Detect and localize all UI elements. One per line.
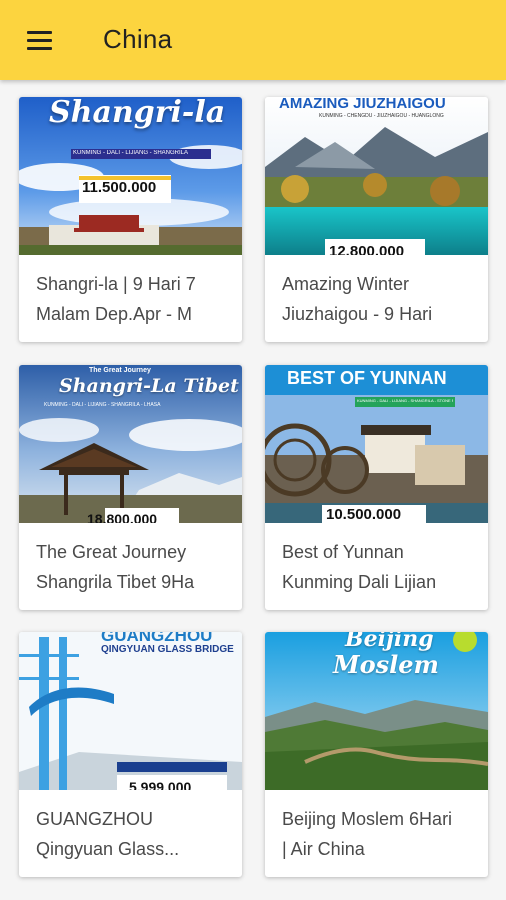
poster-title: Shangri-la — [49, 97, 226, 130]
tour-poster-image: GUANGZHOU QINGYUAN GLASS BRIDGE 5.999.00… — [19, 632, 242, 790]
tour-card-title: Shangri-la | 9 Hari 7 Malam Dep.Apr - M — [36, 274, 196, 324]
poster-route: KUNMING - DALI - LIJIANG - SHANGRILA - S… — [357, 398, 453, 403]
tour-card-title: Amazing Winter Jiuzhaigou - 9 Hari — [282, 274, 433, 324]
tour-card-guangzhou[interactable]: GUANGZHOU QINGYUAN GLASS BRIDGE 5.999.00… — [19, 632, 242, 877]
poster-title: Beijing — [345, 632, 434, 652]
app-bar: China — [0, 0, 506, 80]
poster-price: 12.800.000 — [329, 243, 405, 255]
tour-poster-image: Shangri-la KUNMING - DALI - LIJIANG - SH… — [19, 97, 242, 255]
poster-subtitle: The Great Journey — [89, 367, 151, 374]
poster-route: KUNMING - DALI - LIJIANG - SHANGRILA - L… — [44, 402, 161, 408]
tour-card-title: GUANGZHOU Qingyuan Glass... — [36, 809, 180, 859]
tour-card-shangri-la[interactable]: Shangri-la KUNMING - DALI - LIJIANG - SH… — [19, 97, 242, 342]
poster-price: 18.800.000 — [87, 511, 158, 523]
tour-poster-image: AMAZING JIUZHAIGOU KUNMING - CHENGDU - J… — [265, 97, 488, 255]
tour-card-title: The Great Journey Shangrila Tibet 9Ha — [36, 542, 195, 592]
poster-title: AMAZING JIUZHAIGOU — [279, 97, 446, 112]
tour-card-shangri-la-tibet[interactable]: The Great Journey Shangri-La Tibet KUNMI… — [19, 365, 242, 610]
hamburger-menu-icon[interactable] — [25, 30, 55, 52]
poster-price: 11.500.000 — [82, 179, 157, 196]
poster-title: Shangri-La Tibet — [59, 375, 239, 397]
poster-route: KUNMING - CHENGDU - JIUZHAIGOU - HUANGLO… — [319, 113, 444, 119]
tour-card-best-of-yunnan[interactable]: BEST OF YUNNAN KUNMING - DALI - LIJIANG … — [265, 365, 488, 610]
tour-poster-image: The Great Journey Shangri-La Tibet KUNMI… — [19, 365, 242, 523]
tour-poster-image: BEST OF YUNNAN KUNMING - DALI - LIJIANG … — [265, 365, 488, 523]
poster-price: 5.999.000 — [129, 779, 192, 790]
tour-card-title: Beijing Moslem 6Hari | Air China — [282, 809, 453, 859]
tour-card-jiuzhaigou[interactable]: AMAZING JIUZHAIGOU KUNMING - CHENGDU - J… — [265, 97, 488, 342]
tour-poster-image: Beijing Moslem — [265, 632, 488, 790]
poster-price: 10.500.000 — [326, 506, 402, 523]
poster-title-2: Moslem — [333, 650, 439, 679]
poster-title: BEST OF YUNNAN — [287, 368, 447, 388]
tour-card-title: Best of Yunnan Kunming Dali Lijian — [282, 542, 437, 592]
page-title: China — [103, 24, 173, 54]
tour-card-beijing-moslem[interactable]: Beijing Moslem Beijing Moslem 6Hari | Ai… — [265, 632, 488, 877]
poster-title-2: QINGYUAN GLASS BRIDGE — [101, 644, 234, 655]
poster-route: KUNMING - DALI - LIJIANG - SHANGRILA — [73, 150, 189, 156]
